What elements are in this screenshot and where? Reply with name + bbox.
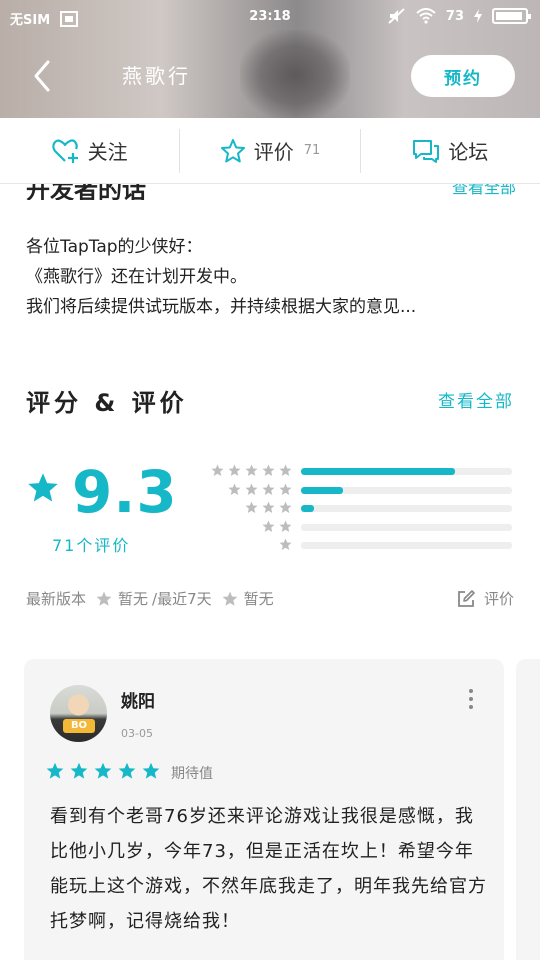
star-gray-icon	[279, 483, 292, 495]
star-gray-icon	[279, 538, 292, 550]
wifi-icon	[416, 8, 436, 24]
mute-icon	[388, 8, 405, 24]
avatar[interactable]: BO	[50, 685, 107, 742]
star-filled-icon	[46, 762, 64, 779]
average-score: 9.3	[72, 458, 178, 526]
follow-label: 关注	[87, 140, 128, 164]
rating-section-title: 评分 & 评价	[26, 389, 188, 417]
rating-distribution-row	[190, 538, 512, 557]
rating-distribution-stars	[228, 483, 292, 496]
review-tag: 期待值	[171, 766, 213, 782]
rating-distribution-stars	[262, 520, 292, 533]
star-gray-icon	[245, 501, 258, 513]
more-dot	[469, 689, 473, 693]
rating-distribution-stars	[279, 538, 292, 551]
developer-message-line: 《燕歌行》还在计划开发中。	[26, 267, 247, 287]
latest-version-value: 暂无	[118, 590, 149, 608]
rating-distribution-row	[190, 501, 512, 520]
rating-meta: 最新版本 暂无 /最近7天 暂无	[26, 588, 274, 609]
developer-view-all-link[interactable]: 查看全部	[452, 184, 516, 198]
rating-distribution-stars	[245, 501, 292, 514]
heart-plus-icon	[51, 139, 78, 163]
developer-section-title: 开发者的话	[26, 184, 146, 200]
status-bar: 无SIM 23:18 73	[0, 0, 540, 34]
more-dot	[469, 697, 473, 701]
header-background-image	[240, 30, 350, 118]
developer-message[interactable]: 各位TapTap的少侠好： 《燕歌行》还在计划开发中。 我们将后续提供试玩版本，…	[26, 232, 516, 322]
star-filled-icon	[94, 762, 112, 779]
next-review-card[interactable]	[516, 659, 540, 960]
star-gray-icon	[262, 483, 275, 495]
developer-message-line: 我们将后续提供试玩版本，并持续根据大家的意见...	[26, 297, 417, 317]
star-filled-icon	[118, 762, 136, 779]
rating-distribution-bar	[301, 468, 512, 475]
more-options-button[interactable]	[466, 689, 476, 713]
review-username[interactable]: 姚阳	[121, 687, 155, 712]
rating-distribution-bar-fill	[301, 505, 314, 512]
rating-distribution-bar-fill	[301, 486, 344, 494]
rating-distribution-row	[190, 464, 512, 483]
star-gray-icon	[228, 483, 241, 495]
recent-label: /最近7天	[152, 590, 212, 608]
battery-percent: 73	[445, 8, 464, 24]
avatar-shirt-text: BO	[63, 719, 95, 733]
rating-distribution-bar	[301, 542, 512, 549]
rating-distribution-bar	[301, 505, 512, 512]
star-filled-icon	[70, 762, 88, 779]
star-outline-icon	[220, 138, 245, 162]
review-text: 看到有个老哥76岁还来评论游戏让我很是感慨，我比他小几岁，今年73，但是正活在坎…	[50, 806, 487, 932]
rating-distribution-bar	[301, 486, 512, 494]
star-gray-icon	[279, 464, 292, 476]
star-gray-icon	[211, 464, 224, 476]
app-header: 无SIM 23:18 73 燕歌行 预约	[0, 0, 540, 118]
review-tab-button[interactable]: 评价 71	[180, 118, 359, 183]
charging-icon	[474, 9, 482, 23]
star-gray-icon	[279, 520, 292, 532]
page-title: 燕歌行	[122, 64, 191, 88]
score-star-icon	[28, 473, 58, 502]
forum-label: 论坛	[448, 140, 489, 164]
rating-distribution-row	[190, 483, 512, 502]
star-gray-icon	[245, 483, 258, 495]
review-tab-label: 评价	[253, 140, 294, 164]
star-gray-icon	[245, 464, 258, 476]
review-stars	[46, 762, 160, 780]
more-dot	[469, 705, 473, 709]
star-gray-icon	[96, 591, 112, 606]
write-review-button[interactable]: 评价	[456, 588, 514, 609]
star-gray-icon	[262, 520, 275, 532]
star-gray-icon	[222, 591, 238, 606]
review-tab-count: 71	[303, 143, 321, 158]
write-review-label: 评价	[483, 590, 514, 608]
review-card[interactable]: BO 姚阳 03-05 期待值 看到有个老哥76岁还来评论游戏让我很是感慨，我比…	[24, 659, 504, 960]
rating-distribution-stars	[211, 464, 292, 477]
developer-section-header: 开发者的话 查看全部	[26, 184, 516, 200]
rating-distribution-bar-fill	[301, 468, 456, 475]
star-gray-icon	[228, 464, 241, 476]
rating-count: 71个评价	[52, 536, 131, 555]
review-date: 03-05	[121, 727, 153, 740]
star-gray-icon	[279, 501, 292, 513]
back-button[interactable]	[28, 56, 58, 96]
follow-button[interactable]: 关注	[0, 118, 179, 183]
rating-distribution	[190, 464, 512, 557]
battery-icon	[492, 8, 531, 24]
chevron-left-icon	[34, 60, 50, 92]
star-gray-icon	[262, 501, 275, 513]
reserve-button[interactable]: 预约	[411, 55, 515, 97]
star-filled-icon	[142, 762, 160, 779]
recent-value: 暂无	[243, 590, 274, 608]
action-bar: 关注 评价 71 论坛	[0, 118, 540, 184]
star-gray-icon	[262, 464, 275, 476]
rating-distribution-bar	[301, 523, 512, 531]
rating-distribution-row	[190, 520, 512, 539]
edit-icon	[458, 589, 475, 607]
developer-message-line: 各位TapTap的少侠好：	[26, 237, 203, 257]
chat-bubbles-icon	[413, 139, 440, 163]
latest-version-label: 最新版本	[26, 590, 87, 608]
rating-view-all-link[interactable]: 查看全部	[438, 387, 514, 412]
forum-button[interactable]: 论坛	[361, 118, 540, 183]
